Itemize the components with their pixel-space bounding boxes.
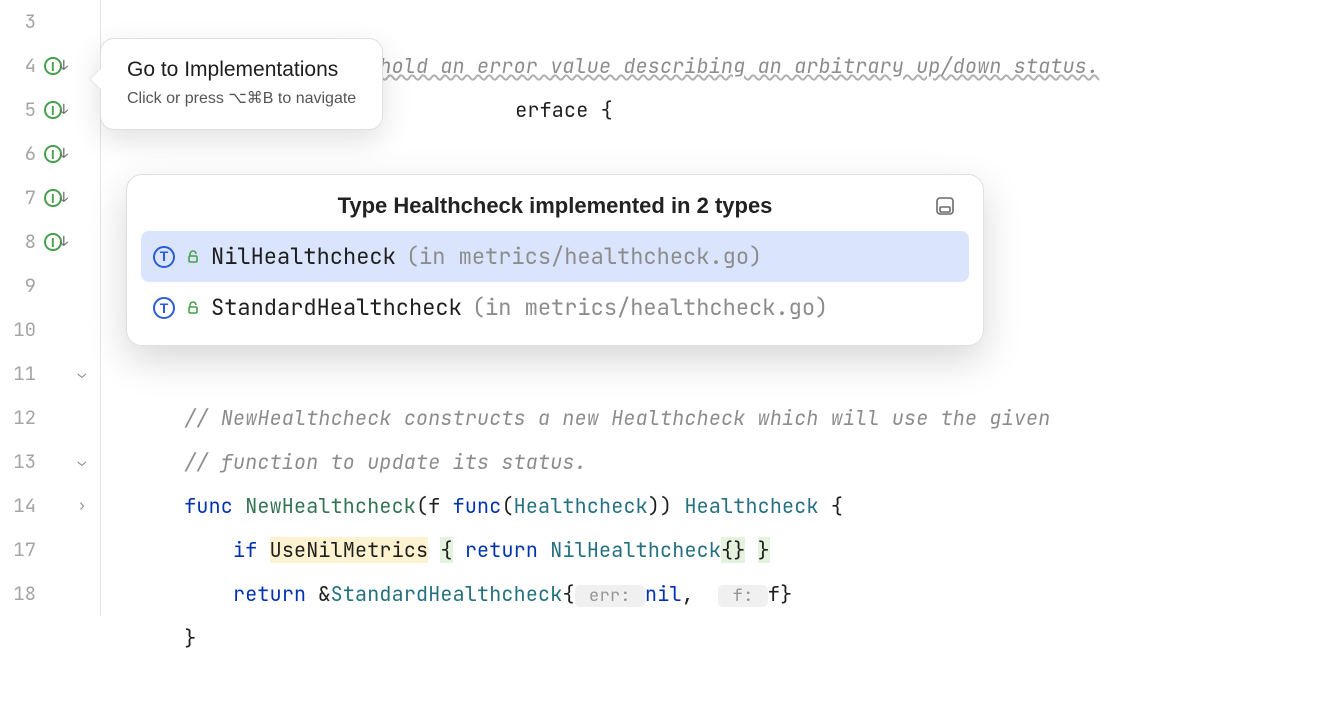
gutter: 17 — [0, 528, 100, 572]
fold-guide-icon[interactable]: › — [70, 494, 94, 518]
line-number: 9 — [8, 264, 42, 308]
code-line[interactable]: 13 ⌄ func NewHealthcheck(f func(Healthch… — [0, 440, 1328, 484]
line-number: 8 — [8, 220, 42, 264]
line-number: 6 — [8, 132, 42, 176]
tooltip-title: Go to Implementations — [127, 55, 356, 84]
visibility-icon — [185, 300, 201, 316]
line-number: 11 — [8, 352, 42, 396]
fold-icon[interactable]: ⌄ — [70, 362, 94, 386]
gutter: 5 I↓ — [0, 88, 100, 132]
item-name: StandardHealthcheck — [211, 290, 462, 325]
implements-gutter-icon[interactable]: I↓ — [44, 186, 68, 210]
parameter-hint: f: — [718, 585, 768, 607]
gutter: 18 — [0, 572, 100, 616]
gutter: 3 — [0, 0, 100, 44]
visibility-icon — [185, 249, 201, 265]
line-number: 7 — [8, 176, 42, 220]
code-line[interactable]: 6 I↓ Error() error — [0, 132, 1328, 176]
item-name: NilHealthcheck — [211, 239, 396, 274]
type-icon: T — [153, 246, 175, 268]
implementations-popup: Type Healthcheck implemented in 2 types … — [126, 174, 984, 346]
gutter: 13 ⌄ — [0, 440, 100, 484]
line-number: 3 — [8, 0, 42, 44]
code-line[interactable]: 11 ⌄ // NewHealthcheck constructs a new … — [0, 352, 1328, 396]
item-location: (in metrics/healthcheck.go) — [406, 239, 762, 274]
gutter: 4 I↓ — [0, 44, 100, 88]
item-location: (in metrics/healthcheck.go) — [472, 290, 828, 325]
code-content: } — [107, 572, 196, 704]
implements-gutter-icon[interactable]: I↓ — [44, 142, 68, 166]
line-number: 13 — [8, 440, 42, 484]
implementation-item[interactable]: T NilHealthcheck (in metrics/healthcheck… — [141, 231, 969, 282]
fold-icon[interactable]: ⌄ — [70, 450, 94, 474]
gutter: 12 — [0, 396, 100, 440]
tooltip-subtitle: Click or press ⌥⌘B to navigate — [127, 88, 356, 110]
gutter: 8 I↓ — [0, 220, 100, 264]
line-number: 12 — [8, 396, 42, 440]
parameter-hint: err: — [575, 585, 645, 607]
line-number: 14 — [8, 484, 42, 528]
open-in-tool-window-icon[interactable] — [933, 194, 957, 218]
gutter: 6 I↓ — [0, 132, 100, 176]
gutter: 7 I↓ — [0, 176, 100, 220]
gutter: 9 — [0, 264, 100, 308]
gutter: 14 › — [0, 484, 100, 528]
implementation-item[interactable]: T StandardHealthcheck (in metrics/health… — [141, 282, 969, 333]
go-to-implementations-tooltip[interactable]: Go to Implementations Click or press ⌥⌘B… — [100, 38, 383, 130]
code-content: return &StandardHealthcheck{ err: nil, f… — [107, 528, 792, 662]
type-icon: T — [153, 297, 175, 319]
gutter: 10 — [0, 308, 100, 352]
line-number: 17 — [8, 528, 42, 572]
line-number: 10 — [8, 308, 42, 352]
code-editor: 3 // Healthchecks hold an error value de… — [0, 0, 1328, 626]
gutter: 11 ⌄ — [0, 352, 100, 396]
popup-list: T NilHealthcheck (in metrics/healthcheck… — [127, 231, 983, 333]
implements-gutter-icon[interactable]: I↓ — [44, 98, 68, 122]
code-line[interactable]: 17 return &StandardHealthcheck{ err: nil… — [0, 528, 1328, 572]
popup-header: Type Healthcheck implemented in 2 types — [127, 175, 983, 231]
implements-gutter-icon[interactable]: I↓ — [44, 230, 68, 254]
line-number: 4 — [8, 44, 42, 88]
popup-title: Type Healthcheck implemented in 2 types — [177, 193, 933, 219]
line-number: 5 — [8, 88, 42, 132]
code-line[interactable]: 14 › if UseNilMetrics { return NilHealth… — [0, 484, 1328, 528]
implements-gutter-icon[interactable]: I↓ — [44, 54, 68, 78]
line-number: 18 — [8, 572, 42, 616]
